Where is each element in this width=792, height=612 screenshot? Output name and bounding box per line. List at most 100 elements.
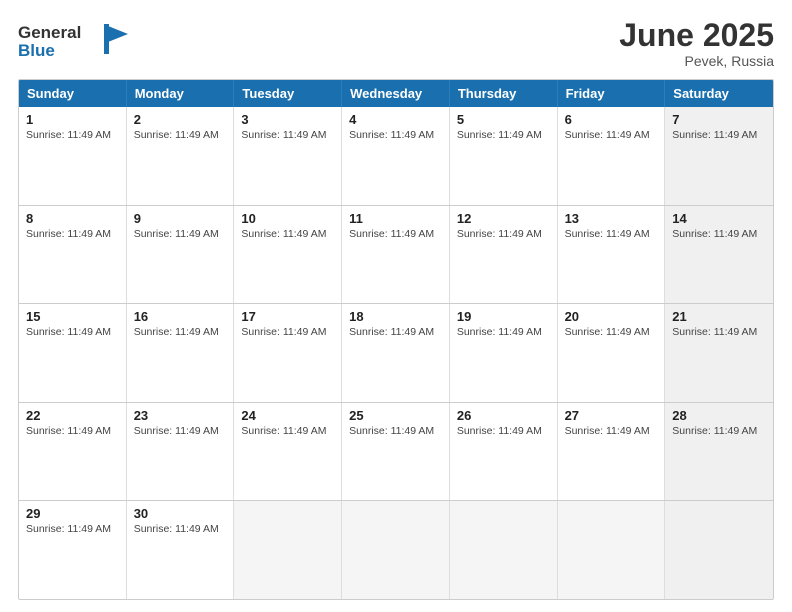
sunrise-text: Sunrise: 11:49 AM [26, 425, 119, 437]
day-number: 26 [457, 408, 550, 423]
cell-4: 4 Sunrise: 11:49 AM [342, 107, 450, 205]
day-number: 22 [26, 408, 119, 423]
page: General Blue June 2025 Pevek, Russia Sun… [0, 0, 792, 612]
day-number: 6 [565, 112, 658, 127]
day-number: 25 [349, 408, 442, 423]
sunrise-text: Sunrise: 11:49 AM [134, 228, 227, 240]
sunrise-text: Sunrise: 11:49 AM [134, 326, 227, 338]
calendar: Sunday Monday Tuesday Wednesday Thursday… [18, 79, 774, 600]
sunrise-text: Sunrise: 11:49 AM [26, 523, 119, 535]
calendar-header: Sunday Monday Tuesday Wednesday Thursday… [19, 80, 773, 107]
logo-text: General Blue [18, 18, 128, 67]
cell-25: 25 Sunrise: 11:49 AM [342, 403, 450, 501]
header-wednesday: Wednesday [342, 80, 450, 107]
cell-9: 9 Sunrise: 11:49 AM [127, 206, 235, 304]
sunrise-text: Sunrise: 11:49 AM [349, 425, 442, 437]
day-number: 24 [241, 408, 334, 423]
sunrise-text: Sunrise: 11:49 AM [565, 129, 658, 141]
header-saturday: Saturday [665, 80, 773, 107]
cell-10: 10 Sunrise: 11:49 AM [234, 206, 342, 304]
cell-6: 6 Sunrise: 11:49 AM [558, 107, 666, 205]
cell-14: 14 Sunrise: 11:49 AM [665, 206, 773, 304]
day-number: 23 [134, 408, 227, 423]
location: Pevek, Russia [619, 53, 774, 69]
cell-15: 15 Sunrise: 11:49 AM [19, 304, 127, 402]
cell-17: 17 Sunrise: 11:49 AM [234, 304, 342, 402]
day-number: 17 [241, 309, 334, 324]
cell-12: 12 Sunrise: 11:49 AM [450, 206, 558, 304]
month-title: June 2025 [619, 18, 774, 53]
sunrise-text: Sunrise: 11:49 AM [241, 326, 334, 338]
sunrise-text: Sunrise: 11:49 AM [565, 425, 658, 437]
cell-3: 3 Sunrise: 11:49 AM [234, 107, 342, 205]
day-number: 10 [241, 211, 334, 226]
day-number: 18 [349, 309, 442, 324]
day-number: 15 [26, 309, 119, 324]
cell-7: 7 Sunrise: 11:49 AM [665, 107, 773, 205]
day-number: 19 [457, 309, 550, 324]
sunrise-text: Sunrise: 11:49 AM [672, 228, 766, 240]
sunrise-text: Sunrise: 11:49 AM [565, 228, 658, 240]
day-number: 12 [457, 211, 550, 226]
day-number: 21 [672, 309, 766, 324]
cell-empty-4 [558, 501, 666, 599]
cell-empty-2 [342, 501, 450, 599]
svg-text:General: General [18, 23, 81, 42]
cell-26: 26 Sunrise: 11:49 AM [450, 403, 558, 501]
day-number: 3 [241, 112, 334, 127]
cell-24: 24 Sunrise: 11:49 AM [234, 403, 342, 501]
cell-22: 22 Sunrise: 11:49 AM [19, 403, 127, 501]
cell-23: 23 Sunrise: 11:49 AM [127, 403, 235, 501]
day-number: 2 [134, 112, 227, 127]
sunrise-text: Sunrise: 11:49 AM [26, 129, 119, 141]
svg-text:Blue: Blue [18, 41, 55, 60]
cell-empty-1 [234, 501, 342, 599]
day-number: 7 [672, 112, 766, 127]
week-row-1: 1 Sunrise: 11:49 AM 2 Sunrise: 11:49 AM … [19, 107, 773, 206]
sunrise-text: Sunrise: 11:49 AM [134, 523, 227, 535]
calendar-body: 1 Sunrise: 11:49 AM 2 Sunrise: 11:49 AM … [19, 107, 773, 599]
cell-29: 29 Sunrise: 11:49 AM [19, 501, 127, 599]
cell-27: 27 Sunrise: 11:49 AM [558, 403, 666, 501]
day-number: 13 [565, 211, 658, 226]
sunrise-text: Sunrise: 11:49 AM [134, 129, 227, 141]
header-tuesday: Tuesday [234, 80, 342, 107]
header-friday: Friday [558, 80, 666, 107]
cell-5: 5 Sunrise: 11:49 AM [450, 107, 558, 205]
header-thursday: Thursday [450, 80, 558, 107]
cell-20: 20 Sunrise: 11:49 AM [558, 304, 666, 402]
sunrise-text: Sunrise: 11:49 AM [672, 129, 766, 141]
logo: General Blue [18, 18, 128, 67]
day-number: 30 [134, 506, 227, 521]
cell-11: 11 Sunrise: 11:49 AM [342, 206, 450, 304]
cell-empty-3 [450, 501, 558, 599]
sunrise-text: Sunrise: 11:49 AM [349, 326, 442, 338]
week-row-4: 22 Sunrise: 11:49 AM 23 Sunrise: 11:49 A… [19, 403, 773, 502]
cell-18: 18 Sunrise: 11:49 AM [342, 304, 450, 402]
sunrise-text: Sunrise: 11:49 AM [349, 228, 442, 240]
day-number: 29 [26, 506, 119, 521]
header-sunday: Sunday [19, 80, 127, 107]
sunrise-text: Sunrise: 11:49 AM [457, 326, 550, 338]
header: General Blue June 2025 Pevek, Russia [18, 18, 774, 69]
day-number: 5 [457, 112, 550, 127]
sunrise-text: Sunrise: 11:49 AM [241, 228, 334, 240]
cell-empty-5 [665, 501, 773, 599]
sunrise-text: Sunrise: 11:49 AM [26, 326, 119, 338]
day-number: 9 [134, 211, 227, 226]
sunrise-text: Sunrise: 11:49 AM [241, 425, 334, 437]
day-number: 11 [349, 211, 442, 226]
cell-1: 1 Sunrise: 11:49 AM [19, 107, 127, 205]
cell-2: 2 Sunrise: 11:49 AM [127, 107, 235, 205]
cell-13: 13 Sunrise: 11:49 AM [558, 206, 666, 304]
sunrise-text: Sunrise: 11:49 AM [457, 228, 550, 240]
day-number: 20 [565, 309, 658, 324]
sunrise-text: Sunrise: 11:49 AM [349, 129, 442, 141]
sunrise-text: Sunrise: 11:49 AM [26, 228, 119, 240]
cell-30: 30 Sunrise: 11:49 AM [127, 501, 235, 599]
day-number: 4 [349, 112, 442, 127]
day-number: 27 [565, 408, 658, 423]
header-monday: Monday [127, 80, 235, 107]
cell-28: 28 Sunrise: 11:49 AM [665, 403, 773, 501]
week-row-3: 15 Sunrise: 11:49 AM 16 Sunrise: 11:49 A… [19, 304, 773, 403]
